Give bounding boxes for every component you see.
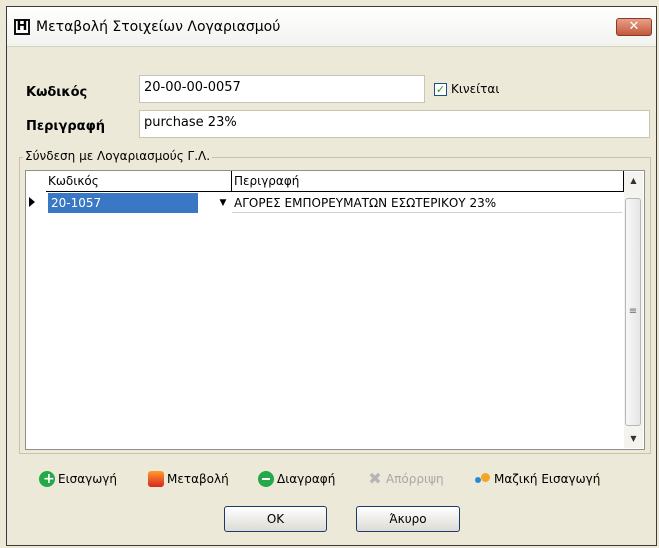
reject-icon: ✖ (368, 469, 382, 488)
delete-icon (258, 471, 274, 487)
add-icon (39, 470, 55, 488)
reject-label: Απόρριψη (386, 472, 444, 486)
column-header-description[interactable]: Περιγραφή (232, 171, 624, 192)
description-input[interactable]: purchase 23% (139, 110, 650, 138)
reject-button[interactable]: ✖ Απόρριψη (367, 469, 444, 488)
bulk-insert-icon (475, 471, 491, 487)
app-logo-icon: H (14, 19, 30, 35)
cancel-button[interactable]: Άκυρο (356, 506, 460, 532)
close-button[interactable]: ✕ (616, 18, 652, 36)
current-row-indicator-icon (29, 197, 35, 207)
gl-accounts-grid[interactable]: Κωδικός Περιγραφή 20-1057 ▼ ΑΓΟΡΕΣ ΕΜΠΟΡ… (25, 170, 645, 450)
ok-button[interactable]: OK (224, 506, 327, 532)
group-title: Σύνδεση με Λογαριασμούς Γ.Λ. (23, 149, 213, 163)
cell-description[interactable]: ΑΓΟΡΕΣ ΕΜΠΟΡΕΥΜΑΤΩΝ ΕΣΩΤΕΡΙΚΟΥ 23% (232, 193, 622, 213)
active-checkbox[interactable]: ✓ (434, 83, 447, 96)
edit-icon (148, 471, 164, 487)
edit-label: Μεταβολή (167, 472, 229, 486)
code-label: Κωδικός (26, 85, 88, 100)
description-label: Περιγραφή (26, 119, 106, 134)
scroll-down-icon[interactable]: ▼ (624, 430, 643, 448)
dialog-title: Μεταβολή Στοιχείων Λογαριασμού (36, 19, 281, 35)
code-input[interactable]: 20-00-00-0057 (139, 75, 425, 103)
edit-button[interactable]: Μεταβολή (148, 470, 229, 488)
scroll-thumb[interactable]: ≡ (625, 198, 641, 426)
insert-label: Εισαγωγή (58, 472, 118, 486)
column-header-code[interactable]: Κωδικός (46, 171, 232, 192)
delete-button[interactable]: Διαγραφή (258, 470, 335, 488)
delete-label: Διαγραφή (277, 472, 336, 486)
active-checkbox-label: Κινείται (451, 82, 500, 96)
vertical-scrollbar[interactable]: ▲ ≡ ▼ (624, 172, 643, 448)
bulk-insert-button[interactable]: Μαζική Εισαγωγή (475, 470, 600, 488)
cell-code[interactable]: 20-1057 (48, 193, 198, 213)
bulk-insert-label: Μαζική Εισαγωγή (494, 472, 601, 486)
insert-button[interactable]: Εισαγωγή (39, 470, 117, 488)
scroll-up-icon[interactable]: ▲ (624, 172, 643, 190)
dropdown-arrow-icon[interactable]: ▼ (216, 193, 230, 213)
title-bar[interactable]: H Μεταβολή Στοιχείων Λογαριασμού ✕ (7, 7, 656, 47)
